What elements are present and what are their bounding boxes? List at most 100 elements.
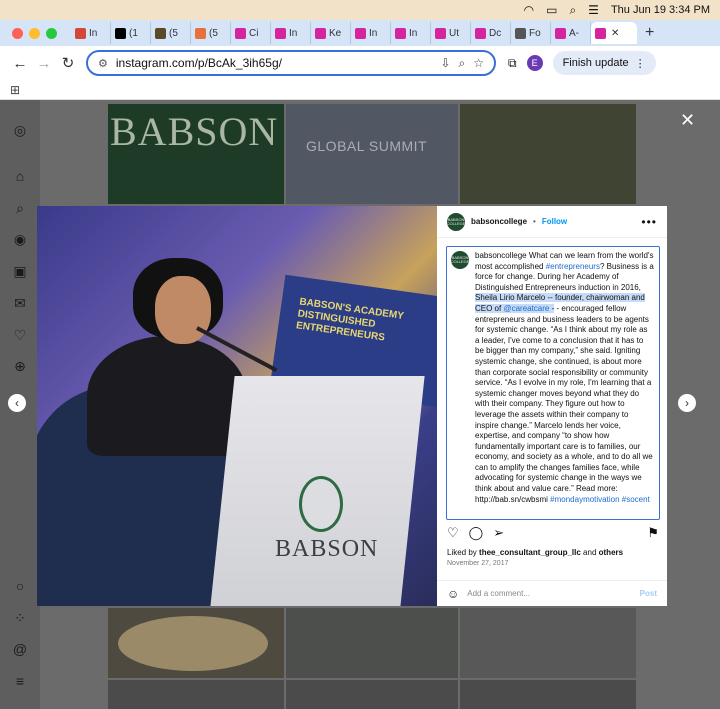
hashtag-mondaymotivation[interactable]: #mondaymotivation <box>550 495 619 504</box>
instagram-icon <box>435 27 446 39</box>
emoji-icon[interactable]: ☺ <box>447 587 459 601</box>
site-info-icon[interactable]: ⚙ <box>98 57 108 70</box>
tabs-container: In (1 (5 (5 Ci In Ke In In Ut Dc Fo A- <box>71 22 591 44</box>
close-tab-icon[interactable]: ✕ <box>611 28 619 39</box>
tab-active[interactable]: ✕ <box>591 22 637 44</box>
tab-5[interactable]: In <box>271 22 311 44</box>
post-comment-button[interactable]: Post <box>640 589 657 598</box>
finish-update-button[interactable]: Finish update ⋮ <box>552 51 656 75</box>
grid-post-babson[interactable]: BABSON <box>108 104 284 204</box>
minimize-window-button[interactable] <box>29 27 40 39</box>
tab-9[interactable]: Ut <box>431 22 471 44</box>
tab-label: In <box>369 27 378 39</box>
caption-box[interactable]: BABSON COLLEGE babsoncollege What can we… <box>446 246 660 520</box>
post-date[interactable]: November 27, 2017 <box>447 560 508 567</box>
meta-ai-icon[interactable]: ○ <box>12 578 28 594</box>
search-icon[interactable]: ⌕ <box>569 3 576 18</box>
close-post-icon[interactable]: ✕ <box>680 110 695 131</box>
media-control-icon[interactable]: ⧉ <box>508 56 517 71</box>
threads-icon[interactable]: @ <box>12 641 28 657</box>
liked-by-others[interactable]: others <box>599 548 623 557</box>
grid-post-summit[interactable]: GLOBAL SUMMIT <box>286 104 458 204</box>
author-username[interactable]: babsoncollege <box>471 217 527 226</box>
zoom-icon[interactable]: ⌕ <box>459 56 466 71</box>
wifi-icon[interactable]: ◠ <box>524 3 534 17</box>
browser-toolbar: ← → ↻ ⚙ instagram.com/p/BcAk_3ih65g/ ⇩ ⌕… <box>0 46 720 80</box>
tab-6[interactable]: Ke <box>311 22 351 44</box>
clock-text[interactable]: Thu Jun 19 3:34 PM <box>611 4 710 16</box>
url-text[interactable]: instagram.com/p/BcAk_3ih65g/ <box>116 56 433 70</box>
bookmark-star-icon[interactable]: ☆ <box>473 56 484 70</box>
forward-button[interactable]: → <box>32 55 56 72</box>
comment-icon[interactable]: ◯ <box>469 525 484 541</box>
grid-post-people[interactable] <box>460 608 636 678</box>
grid-post-food[interactable] <box>108 608 284 678</box>
reels-icon[interactable]: ▣ <box>12 263 28 279</box>
address-bar[interactable]: ⚙ instagram.com/p/BcAk_3ih65g/ ⇩ ⌕ ☆ <box>86 50 496 76</box>
save-bookmark-icon[interactable]: ⚑ <box>647 525 659 541</box>
like-heart-icon[interactable]: ♡ <box>447 525 459 541</box>
mention-careatcare[interactable]: @careatcare <box>503 303 550 313</box>
search-icon[interactable]: ⌕ <box>12 200 28 216</box>
liked-by: Liked by thee_consultant_group_llc and o… <box>447 548 623 557</box>
tab-11[interactable]: Fo <box>511 22 551 44</box>
tab-label: Ke <box>329 27 342 39</box>
post-side-panel: BABSON COLLEGE babsoncollege • Follow ••… <box>437 206 667 606</box>
tab-0[interactable]: In <box>71 22 111 44</box>
instagram-logo-icon[interactable]: ◎ <box>12 122 28 138</box>
apps-grid-icon[interactable]: ⊞ <box>10 83 20 97</box>
comment-input[interactable]: Add a comment... <box>467 589 530 598</box>
menu-icon[interactable]: ≡ <box>12 673 28 689</box>
instagram-icon <box>555 27 566 39</box>
gmail-icon <box>75 27 86 39</box>
grid-post-row3-a[interactable] <box>108 680 284 709</box>
more-options-icon[interactable]: ••• <box>641 215 657 229</box>
bookmark-icon <box>195 27 206 39</box>
tab-7[interactable]: In <box>351 22 391 44</box>
grid-post-row3-b[interactable] <box>286 680 458 709</box>
hashtag-entrepreneurs[interactable]: #entrepreneurs <box>546 262 600 271</box>
tab-10[interactable]: Dc <box>471 22 511 44</box>
new-tab-button[interactable]: + <box>645 24 654 42</box>
battery-icon[interactable]: ▭ <box>546 3 557 17</box>
instagram-icon <box>355 27 366 39</box>
hashtag-socent[interactable]: #socent <box>622 495 650 504</box>
post-actions: ♡ ◯ ➢ ⚑ <box>447 524 659 542</box>
home-icon[interactable]: ⌂ <box>12 168 28 184</box>
grid-post-row3-c[interactable] <box>460 680 636 709</box>
tab-label: Fo <box>529 27 541 39</box>
tab-4[interactable]: Ci <box>231 22 271 44</box>
close-window-button[interactable] <box>12 27 23 39</box>
previous-post-button[interactable]: ‹ <box>8 394 26 412</box>
create-plus-icon[interactable]: ⊕ <box>12 358 28 374</box>
instagram-icon <box>235 27 246 39</box>
instagram-icon <box>315 27 326 39</box>
grid-post-sign[interactable] <box>286 608 458 678</box>
tab-1[interactable]: (1 <box>111 22 151 44</box>
caption-avatar[interactable]: BABSON COLLEGE <box>451 251 469 269</box>
also-from-meta-icon[interactable]: ⁘ <box>12 610 28 626</box>
messenger-icon[interactable]: ✉ <box>12 295 28 311</box>
profile-avatar[interactable]: E <box>526 55 543 71</box>
back-button[interactable]: ← <box>8 55 32 72</box>
install-app-icon[interactable]: ⇩ <box>440 56 450 70</box>
tab-label: In <box>409 27 418 39</box>
control-center-icon[interactable]: ☰ <box>588 3 599 17</box>
share-icon[interactable]: ➢ <box>493 525 504 541</box>
follow-button[interactable]: Follow <box>542 217 567 226</box>
tab-2[interactable]: (5 <box>151 22 191 44</box>
tab-3[interactable]: (5 <box>191 22 231 44</box>
zoom-window-button[interactable] <box>46 27 57 39</box>
author-avatar[interactable]: BABSON COLLEGE <box>447 212 465 231</box>
tile-summit-text: GLOBAL SUMMIT <box>306 138 428 154</box>
notifications-heart-icon[interactable]: ♡ <box>12 327 28 343</box>
tab-8[interactable]: In <box>391 22 431 44</box>
post-photo[interactable]: BABSON'S ACADEMY DISTINGUISHED ENTREPREN… <box>37 206 437 606</box>
tab-label: (5 <box>169 27 178 39</box>
liked-by-user[interactable]: thee_consultant_group_llc <box>479 548 581 557</box>
tab-12[interactable]: A- <box>551 22 591 44</box>
explore-icon[interactable]: ◉ <box>12 231 28 247</box>
reload-button[interactable]: ↻ <box>56 54 80 72</box>
next-post-button[interactable]: › <box>678 394 696 412</box>
grid-post-campus[interactable] <box>460 104 636 204</box>
